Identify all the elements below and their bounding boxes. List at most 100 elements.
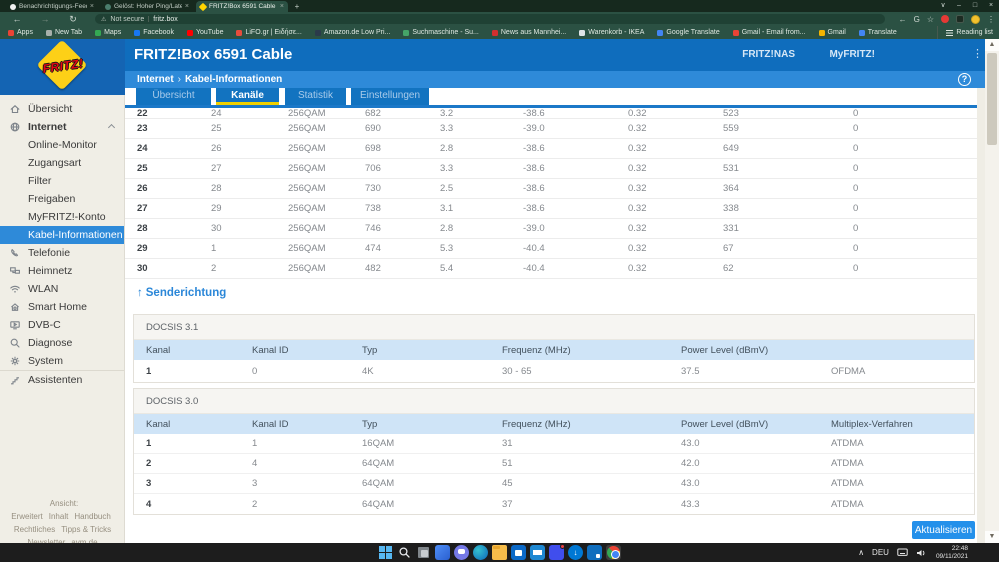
- footer-link-rechtliches[interactable]: Rechtliches: [14, 525, 55, 534]
- bookmark-item[interactable]: Gmail: [818, 29, 846, 36]
- bookmark-item[interactable]: Amazon.de Low Pri...: [314, 29, 390, 36]
- sidebar-item-online-monitor[interactable]: Online-Monitor: [0, 136, 124, 154]
- forward-icon[interactable]: →: [38, 12, 52, 26]
- extension-icon[interactable]: [941, 15, 949, 23]
- send-to-device-icon[interactable]: ←: [899, 15, 907, 24]
- bookmark-item[interactable]: Suchmaschine - Su...: [403, 29, 479, 36]
- address-bar[interactable]: ⚠ Not secure fritz.box: [95, 14, 885, 24]
- column-header: Multiplex-Verfahren: [831, 418, 913, 430]
- app-blue-arrow-icon[interactable]: ↓: [568, 545, 583, 560]
- teams-chat-icon[interactable]: [454, 545, 469, 560]
- window-close-icon[interactable]: ×: [983, 0, 999, 12]
- table-cell: 29: [211, 203, 222, 214]
- page-scrollbar[interactable]: ▲ ▼: [985, 39, 999, 543]
- footer-link-inhalt[interactable]: Inhalt: [49, 512, 69, 521]
- sidebar-item-wlan[interactable]: WLAN: [0, 280, 124, 298]
- reading-list-button[interactable]: Reading list: [937, 26, 993, 39]
- bookmark-item[interactable]: YouTube: [186, 29, 223, 36]
- mail-icon[interactable]: [530, 545, 545, 560]
- browser-tab-active[interactable]: FRITZ!Box 6591 Cable ×: [196, 1, 288, 12]
- sidebar-item-kabel-informationen[interactable]: Kabel-Informationen: [0, 226, 124, 244]
- bookmark-item[interactable]: Maps: [95, 29, 121, 36]
- sidebar-item-heimnetz[interactable]: Heimnetz: [0, 262, 124, 280]
- scroll-up-icon[interactable]: ▲: [985, 39, 999, 51]
- tab-close-icon[interactable]: ×: [185, 3, 189, 10]
- sidebar-item-zugangsart[interactable]: Zugangsart: [0, 154, 124, 172]
- new-tab-button[interactable]: +: [292, 2, 302, 11]
- edge-icon[interactable]: [473, 545, 488, 560]
- sidebar-item-uebersicht[interactable]: Übersicht: [0, 100, 124, 118]
- tab-close-icon[interactable]: ×: [280, 3, 284, 10]
- bookmark-item[interactable]: Warenkorb - IKEA: [579, 29, 644, 36]
- help-icon[interactable]: ?: [958, 72, 971, 86]
- nav-myfritz[interactable]: MyFRITZ!: [829, 49, 875, 60]
- discord-icon[interactable]: [549, 544, 565, 560]
- tab-statistik[interactable]: Statistik: [285, 88, 346, 105]
- sidebar-item-smart-home[interactable]: Smart Home: [0, 298, 124, 316]
- reload-icon[interactable]: ↻: [66, 12, 80, 26]
- translate-icon[interactable]: G: [914, 15, 920, 24]
- table-cell: 0: [853, 123, 859, 134]
- tab-uebersicht[interactable]: Übersicht: [136, 88, 211, 105]
- bookmark-label: LiFO.gr | Ειδήσε...: [245, 29, 302, 36]
- tab-close-icon[interactable]: ×: [90, 3, 94, 10]
- start-icon[interactable]: [378, 545, 393, 560]
- browser-menu-icon[interactable]: ⋮: [987, 15, 995, 24]
- taskbar-tray: ∧ DEU 22:48 09/11/2021: [858, 543, 999, 562]
- header-menu-icon[interactable]: ⋮: [972, 47, 983, 60]
- profile-avatar[interactable]: [971, 14, 980, 24]
- app-blue-badge-icon[interactable]: [587, 545, 602, 560]
- language-indicator[interactable]: DEU: [872, 548, 889, 557]
- footer-link-tipps[interactable]: Tipps & Tricks: [61, 525, 111, 534]
- bookmark-item[interactable]: Apps: [8, 29, 33, 36]
- taskbar-clock[interactable]: 22:48 09/11/2021: [936, 545, 968, 560]
- breadcrumb-section[interactable]: Internet: [137, 74, 174, 85]
- back-icon[interactable]: ←: [10, 12, 24, 26]
- tray-chevron-icon[interactable]: ∧: [858, 548, 864, 557]
- task-view-icon[interactable]: [416, 545, 431, 560]
- extension-icon[interactable]: [956, 15, 964, 23]
- sidebar-item-myfritz-konto[interactable]: MyFRITZ!-Konto: [0, 208, 124, 226]
- store-icon[interactable]: [511, 545, 526, 560]
- widgets-icon[interactable]: [435, 545, 450, 560]
- sidebar-item-system[interactable]: System: [0, 352, 124, 370]
- bookmark-item[interactable]: Gmail - Email from...: [732, 29, 806, 36]
- tab-kanaele[interactable]: Kanäle: [216, 88, 279, 105]
- window-maximize-icon[interactable]: □: [967, 0, 983, 12]
- touch-keyboard-icon[interactable]: [897, 548, 908, 557]
- tab-einstellungen[interactable]: Einstellungen: [351, 88, 429, 105]
- scrollbar-thumb[interactable]: [987, 53, 997, 145]
- sidebar-item-freigaben[interactable]: Freigaben: [0, 190, 124, 208]
- window-minimize-icon[interactable]: –: [951, 0, 967, 12]
- docsis30-panel: DOCSIS 3.0 Kanal Kanal ID Typ Frequenz (…: [133, 388, 975, 515]
- sidebar-item-telefonie[interactable]: Telefonie: [0, 244, 124, 262]
- bookmark-item[interactable]: Google Translate: [657, 29, 720, 36]
- browser-tab[interactable]: Gelöst: Hoher Ping/Latenz Pack... ×: [101, 1, 193, 12]
- senderichtung-heading[interactable]: ↑ Senderichtung: [137, 287, 226, 299]
- file-explorer-icon[interactable]: [492, 545, 507, 560]
- bookmark-star-icon[interactable]: ☆: [927, 15, 934, 24]
- sidebar-item-internet[interactable]: Internet: [0, 118, 124, 136]
- footer-link-ansicht[interactable]: Ansicht: Erweitert: [11, 499, 78, 521]
- sidebar-item-assistenten[interactable]: Assistenten: [0, 370, 124, 388]
- search-icon[interactable]: [397, 545, 412, 560]
- refresh-button[interactable]: Aktualisieren: [912, 521, 975, 539]
- nav-fritznas[interactable]: FRITZ!NAS: [742, 49, 795, 60]
- bookmark-item[interactable]: LiFO.gr | Ειδήσε...: [236, 29, 302, 36]
- fritz-logo[interactable]: FRITZ!: [0, 39, 125, 95]
- table-row: 25 27 256QAM 706 3.3 -38.6 0.32 531 0: [125, 159, 977, 179]
- bookmark-item[interactable]: News aus Mannhei...: [491, 29, 567, 36]
- bookmark-item[interactable]: Translate: [858, 29, 897, 36]
- bookmark-item[interactable]: Facebook: [134, 29, 174, 36]
- footer-link-handbuch[interactable]: Handbuch: [74, 512, 110, 521]
- window-menu-icon[interactable]: ∨: [935, 0, 951, 12]
- bookmark-item[interactable]: New Tab: [45, 29, 82, 36]
- sidebar-item-filter[interactable]: Filter: [0, 172, 124, 190]
- scroll-down-icon[interactable]: ▼: [985, 531, 999, 543]
- sidebar-item-dvb-c[interactable]: DVB-C: [0, 316, 124, 334]
- sidebar-item-diagnose[interactable]: Diagnose: [0, 334, 124, 352]
- volume-network-icon[interactable]: [916, 548, 928, 558]
- bookmark-label: News aus Mannhei...: [500, 29, 567, 36]
- browser-tab[interactable]: Benachrichtigungs-Feed - Vodaf... ×: [6, 1, 98, 12]
- chrome-taskbar-icon[interactable]: [606, 545, 621, 560]
